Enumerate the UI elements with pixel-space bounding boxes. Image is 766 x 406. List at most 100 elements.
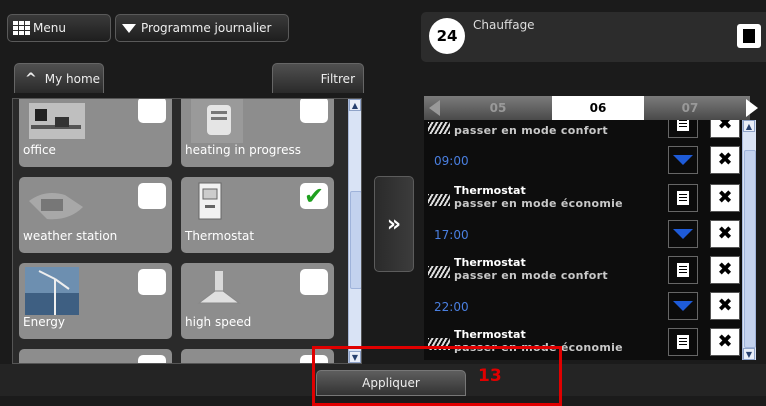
add-to-schedule-button[interactable]: » bbox=[374, 176, 414, 272]
schedule-scrollbar[interactable]: ▲ ▼ bbox=[742, 120, 756, 360]
tile-label: heating in progress bbox=[185, 143, 301, 157]
radiator-valve-icon bbox=[191, 99, 243, 143]
my-home-label: My home bbox=[44, 71, 101, 86]
checkmark-icon: ✔ bbox=[303, 182, 325, 210]
chevron-down-icon bbox=[673, 155, 693, 165]
device-tile-high-speed[interactable]: high speed bbox=[181, 263, 334, 339]
heating-in-progress-checkbox[interactable] bbox=[300, 99, 328, 123]
menu-label: Menu bbox=[33, 21, 66, 35]
device-tile-office[interactable]: office bbox=[19, 99, 172, 167]
chevron-up-icon: ^ bbox=[25, 70, 37, 87]
note-icon bbox=[677, 263, 689, 277]
edit-action-button[interactable] bbox=[668, 120, 698, 138]
edit-action-button[interactable] bbox=[668, 184, 698, 212]
day-tab-prev[interactable]: 05 bbox=[444, 96, 552, 120]
thermostat-icon bbox=[198, 182, 222, 220]
device-tile-thermostat[interactable]: ✔ Thermostat bbox=[181, 177, 334, 253]
clock-badge-text: 24 bbox=[436, 27, 458, 45]
grid-menu-icon bbox=[13, 21, 30, 35]
heating-hatch-icon bbox=[428, 122, 450, 134]
note-icon bbox=[677, 120, 689, 131]
time-text[interactable]: 17:00 bbox=[434, 228, 469, 242]
heating-hatch-icon bbox=[428, 194, 450, 206]
heating-hatch-icon bbox=[428, 266, 450, 278]
programme-journalier-dropdown[interactable]: Programme journalier bbox=[115, 14, 289, 42]
day-tab-next[interactable]: 07 bbox=[644, 96, 736, 120]
time-text[interactable]: 22:00 bbox=[434, 300, 469, 314]
delete-button[interactable]: ✖ bbox=[710, 328, 740, 356]
office-checkbox[interactable] bbox=[138, 99, 166, 123]
dropdown-arrow-icon bbox=[122, 23, 136, 33]
device-name: Thermostat bbox=[454, 328, 526, 341]
thermostat-checkbox[interactable]: ✔ bbox=[300, 183, 328, 209]
action-text: passer en mode confort bbox=[454, 269, 608, 282]
tile-label: Thermostat bbox=[185, 229, 255, 243]
schedule-list: passer en mode confort ✖ 09:00 ✖ Thermos… bbox=[424, 120, 756, 360]
annotation-label: 13 bbox=[478, 366, 502, 386]
filter-button[interactable]: Filtrer bbox=[272, 63, 364, 93]
tile-label: Energy bbox=[23, 315, 66, 329]
device-tile-heating-in-progress[interactable]: heating in progress bbox=[181, 99, 334, 167]
device-name: Thermostat bbox=[454, 256, 526, 269]
tile-label: weather station bbox=[23, 229, 118, 243]
menu-button[interactable]: Menu bbox=[7, 14, 111, 42]
delete-button[interactable]: ✖ bbox=[710, 292, 740, 320]
tile-label: office bbox=[23, 143, 56, 157]
office-desk-icon bbox=[29, 103, 85, 139]
device-name: Thermostat bbox=[454, 184, 526, 197]
expand-button[interactable] bbox=[668, 146, 698, 174]
weather-station-checkbox[interactable] bbox=[138, 183, 166, 209]
action-text: passer en mode économie bbox=[454, 197, 623, 210]
close-icon: ✖ bbox=[717, 223, 733, 244]
time-text[interactable]: 09:00 bbox=[434, 154, 469, 168]
scroll-up-icon[interactable]: ▲ bbox=[349, 99, 361, 111]
edit-note-button[interactable] bbox=[737, 24, 761, 48]
delete-button[interactable]: ✖ bbox=[710, 256, 740, 284]
heating-title: Chauffage bbox=[473, 18, 535, 32]
schedule-time-row: 09:00 ✖ bbox=[424, 144, 740, 180]
weather-station-icon bbox=[29, 193, 83, 220]
close-icon: ✖ bbox=[717, 149, 733, 170]
device-tile-partial[interactable] bbox=[19, 349, 172, 363]
heating-header: 24 Chauffage bbox=[421, 12, 766, 62]
scroll-thumb[interactable] bbox=[350, 191, 361, 289]
chevron-down-icon bbox=[673, 229, 693, 239]
note-icon bbox=[743, 29, 755, 43]
device-tile-energy[interactable]: Energy bbox=[19, 263, 172, 339]
delete-button[interactable]: ✖ bbox=[710, 146, 740, 174]
note-icon bbox=[677, 191, 689, 205]
device-tile-weather-station[interactable]: weather station bbox=[19, 177, 172, 253]
close-icon: ✖ bbox=[717, 331, 733, 352]
close-icon: ✖ bbox=[717, 259, 733, 280]
energy-checkbox[interactable] bbox=[138, 269, 166, 295]
programme-label: Programme journalier bbox=[141, 21, 272, 35]
my-home-collapse-button[interactable]: ^ My home bbox=[14, 63, 104, 93]
edit-action-button[interactable] bbox=[668, 256, 698, 284]
schedule-time-row: 22:00 ✖ bbox=[424, 288, 740, 324]
scroll-up-icon[interactable]: ▲ bbox=[743, 120, 755, 132]
device-grid-panel: office heating in progress weather stati… bbox=[12, 98, 362, 364]
scroll-down-icon[interactable]: ▼ bbox=[743, 348, 755, 360]
day-tab-current[interactable]: 06 bbox=[552, 96, 644, 120]
schedule-action-row: Thermostat passer en mode économie ✖ bbox=[424, 180, 740, 216]
note-icon bbox=[677, 335, 689, 349]
action-text: passer en mode confort bbox=[454, 124, 608, 137]
delete-button[interactable]: ✖ bbox=[710, 120, 740, 138]
chevron-down-icon bbox=[673, 301, 693, 311]
schedule-time-row: 17:00 ✖ bbox=[424, 216, 740, 252]
range-hood-icon bbox=[197, 271, 241, 304]
expand-button[interactable] bbox=[668, 220, 698, 248]
expand-button[interactable] bbox=[668, 292, 698, 320]
scroll-thumb[interactable] bbox=[744, 150, 756, 348]
day-selector: 05 06 07 bbox=[424, 96, 758, 120]
partial-tile-checkbox[interactable] bbox=[138, 355, 166, 363]
device-grid-scrollbar[interactable]: ▲ ▼ bbox=[348, 99, 361, 363]
prev-day-arrow-icon[interactable] bbox=[424, 96, 444, 120]
next-day-arrow-icon[interactable] bbox=[742, 96, 762, 120]
delete-button[interactable]: ✖ bbox=[710, 220, 740, 248]
close-icon: ✖ bbox=[717, 295, 733, 316]
edit-action-button[interactable] bbox=[668, 328, 698, 356]
delete-button[interactable]: ✖ bbox=[710, 184, 740, 212]
high-speed-checkbox[interactable] bbox=[300, 269, 328, 295]
tile-label: high speed bbox=[185, 315, 252, 329]
